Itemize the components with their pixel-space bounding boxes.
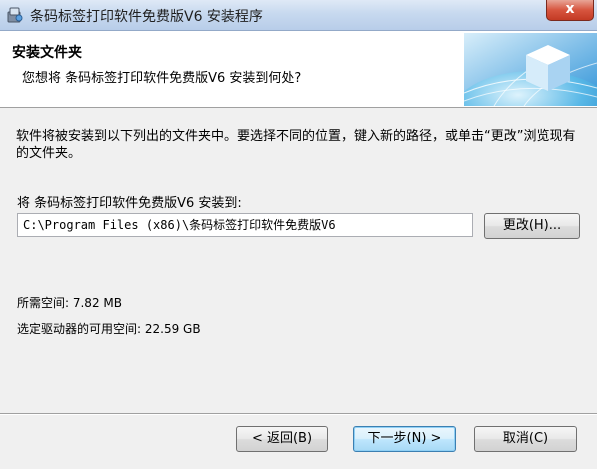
back-button[interactable]: < 返回(B) bbox=[236, 426, 328, 452]
change-folder-button[interactable]: 更改(H)... bbox=[484, 213, 580, 239]
space-available-label: 选定驱动器的可用空间: 22.59 GB bbox=[17, 322, 201, 336]
close-button[interactable]: x bbox=[546, 0, 594, 21]
install-to-label: 将 条码标签打印软件免费版V6 安装到: bbox=[17, 196, 242, 211]
window-title: 条码标签打印软件免费版V6 安装程序 bbox=[30, 9, 263, 25]
cancel-button[interactable]: 取消(C) bbox=[474, 426, 577, 452]
close-icon: x bbox=[565, 1, 575, 17]
title-bar[interactable]: 条码标签打印软件免费版V6 安装程序 x bbox=[0, 0, 597, 31]
instruction-text: 软件将被安装到以下列出的文件夹中。要选择不同的位置，键入新的路径，或单击“更改”… bbox=[16, 129, 576, 161]
wizard-footer: < 返回(B) 下一步(N) > 取消(C) bbox=[0, 413, 597, 469]
cube-globe-banner bbox=[464, 33, 597, 106]
installer-app-icon bbox=[7, 7, 23, 23]
installer-window: 条码标签打印软件免费版V6 安装程序 x 安装文件夹 您想将 条码标签打印软件免… bbox=[0, 0, 597, 469]
wizard-content: 软件将被安装到以下列出的文件夹中。要选择不同的位置，键入新的路径，或单击“更改”… bbox=[0, 108, 597, 413]
page-title: 安装文件夹 bbox=[12, 45, 82, 61]
next-button[interactable]: 下一步(N) > bbox=[353, 426, 456, 452]
footer-divider bbox=[0, 414, 597, 415]
wizard-header: 安装文件夹 您想将 条码标签打印软件免费版V6 安装到何处? bbox=[0, 31, 597, 108]
space-required-label: 所需空间: 7.82 MB bbox=[17, 296, 122, 310]
install-path-field[interactable]: C:\Program Files (x86)\条码标签打印软件免费版V6 bbox=[17, 213, 473, 237]
page-subtitle: 您想将 条码标签打印软件免费版V6 安装到何处? bbox=[22, 71, 302, 86]
